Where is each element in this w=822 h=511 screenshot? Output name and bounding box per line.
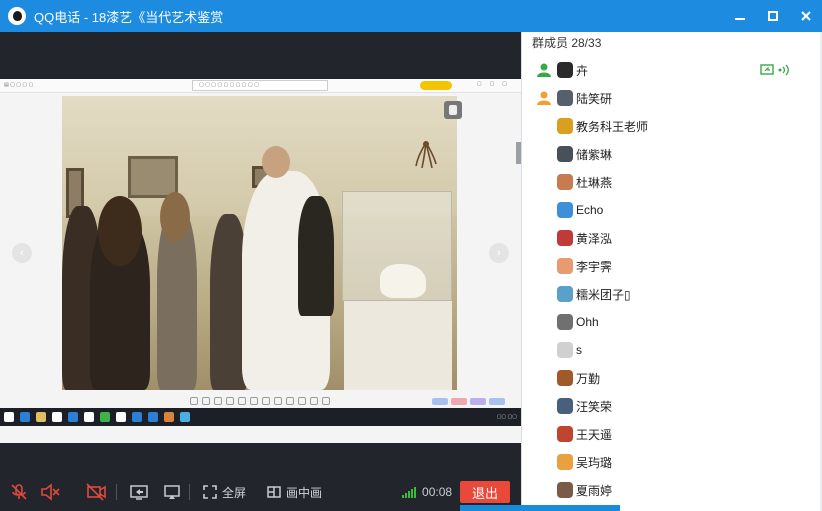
member-row[interactable]: Ohh xyxy=(522,308,822,336)
member-row[interactable]: 李宇霁 xyxy=(522,252,822,280)
image-badge-icon xyxy=(444,101,462,119)
signal-icon xyxy=(402,486,417,498)
title-bar: QQ电话 - 18漆艺《当代艺术鉴赏 xyxy=(0,0,822,32)
avatar xyxy=(557,286,573,302)
close-icon[interactable] xyxy=(789,0,822,32)
gallery-photo xyxy=(62,96,457,390)
video-area: ▤ ▢ ▢ ▢ ▢ ▢ ▢ ▢ ▢ ▢ ▢ ▢ ▢ ▢ ▢ ▢▢▢ ‹ › ▢▢… xyxy=(0,32,521,511)
avatar xyxy=(557,314,573,330)
shared-taskbar: ▢▢ ▢▢ xyxy=(0,408,521,426)
host-icon xyxy=(537,91,551,105)
member-row[interactable]: Echo xyxy=(522,196,822,224)
host-icon xyxy=(537,63,551,77)
speaking-icon xyxy=(778,64,789,76)
window-controls xyxy=(723,0,822,32)
avatar xyxy=(557,258,573,274)
image-viewer-toolbar xyxy=(190,397,330,407)
shared-screen[interactable]: ▤ ▢ ▢ ▢ ▢ ▢ ▢ ▢ ▢ ▢ ▢ ▢ ▢ ▢ ▢ ▢▢▢ ‹ › ▢▢… xyxy=(0,79,521,443)
speaker-muted-icon[interactable] xyxy=(40,483,60,501)
call-timer: 00:08 xyxy=(422,485,453,499)
avatar xyxy=(557,202,573,218)
qq-logo-icon xyxy=(8,7,26,25)
screen-share-icon[interactable] xyxy=(129,483,149,501)
member-name: 陆笑研 xyxy=(576,91,613,106)
call-controls: 全屏 画中画 00:08 退出 xyxy=(0,473,521,511)
shared-screen-browser-bar: ▤ ▢ ▢ ▢ ▢ ▢ ▢ ▢ ▢ ▢ ▢ ▢ ▢ ▢ ▢ ▢▢▢ xyxy=(0,79,521,93)
avatar xyxy=(557,426,573,442)
member-name: 教务科王老师 xyxy=(576,119,649,134)
avatar xyxy=(557,62,573,78)
avatar xyxy=(557,146,573,162)
member-row[interactable]: 教务科王老师 xyxy=(522,112,822,140)
avatar xyxy=(557,370,573,386)
member-row[interactable]: 王天遥 xyxy=(522,420,822,448)
member-row[interactable]: 糯米团子▯ xyxy=(522,280,822,308)
chevron-left-icon[interactable]: ‹ xyxy=(12,243,32,263)
member-row[interactable]: s xyxy=(522,336,822,364)
avatar xyxy=(557,90,573,106)
maximize-icon[interactable] xyxy=(756,0,789,32)
sea-creature-icon xyxy=(415,141,437,169)
pip-label: 画中画 xyxy=(286,485,323,500)
avatar xyxy=(557,454,573,470)
member-row[interactable]: 储紫琳 xyxy=(522,140,822,168)
minimize-icon[interactable] xyxy=(723,0,756,32)
picture-in-picture-button[interactable]: 画中画 xyxy=(266,484,322,501)
member-name: 糯米团子▯ xyxy=(576,287,631,302)
member-row[interactable]: 万勤 xyxy=(522,364,822,392)
avatar xyxy=(557,230,573,246)
chevron-right-icon[interactable]: › xyxy=(489,243,509,263)
mic-muted-icon[interactable] xyxy=(10,483,28,501)
avatar xyxy=(557,398,573,414)
window-title: QQ电话 - 18漆艺《当代艺术鉴赏 xyxy=(34,9,224,25)
member-row[interactable]: 汪笑荣 xyxy=(522,392,822,420)
member-name: Ohh xyxy=(576,315,599,329)
member-row[interactable]: 黄泽泓 xyxy=(522,224,822,252)
member-name: 汪笑荣 xyxy=(576,399,613,414)
avatar xyxy=(557,118,573,134)
member-name: 夏雨婷 xyxy=(576,483,613,498)
member-panel: 群成员 28/33 卉陆笑研教务科王老师 储紫琳杜琳燕 Echo 黄泽泓李宇霁糯米团子… xyxy=(521,32,822,511)
member-row[interactable]: 卉 xyxy=(522,56,822,84)
avatar xyxy=(557,482,573,498)
active-indicator xyxy=(460,505,620,511)
member-row[interactable]: 吴玙璐 xyxy=(522,448,822,476)
member-name: 卉 xyxy=(576,63,589,78)
screen-share-icon xyxy=(760,64,774,75)
image-viewer-tags xyxy=(432,398,505,405)
fullscreen-label: 全屏 xyxy=(222,485,247,500)
avatar xyxy=(557,174,573,190)
fullscreen-button[interactable]: 全屏 xyxy=(202,484,246,501)
member-name: 王天遥 xyxy=(576,427,613,442)
member-name: 储紫琳 xyxy=(576,147,613,162)
fullscreen-icon xyxy=(203,485,217,499)
member-name: 吴玙璐 xyxy=(576,455,613,470)
member-status xyxy=(760,63,791,77)
member-name: 杜琳燕 xyxy=(576,175,613,190)
member-row[interactable]: 杜琳燕 xyxy=(522,168,822,196)
exit-button[interactable]: 退出 xyxy=(460,481,511,503)
member-row[interactable]: 夏雨婷 xyxy=(522,476,822,504)
cast-icon[interactable] xyxy=(163,483,181,501)
picture-in-picture-icon xyxy=(267,486,281,498)
member-name: s xyxy=(576,343,582,357)
member-count: 群成员 28/33 xyxy=(532,36,602,50)
avatar xyxy=(557,342,573,358)
member-name: 黄泽泓 xyxy=(576,231,613,246)
camera-off-icon[interactable] xyxy=(86,483,106,501)
member-row[interactable]: 陆笑研 xyxy=(522,84,822,112)
member-name: 万勤 xyxy=(576,371,601,386)
member-name: 李宇霁 xyxy=(576,259,613,274)
member-name: Echo xyxy=(576,203,604,217)
